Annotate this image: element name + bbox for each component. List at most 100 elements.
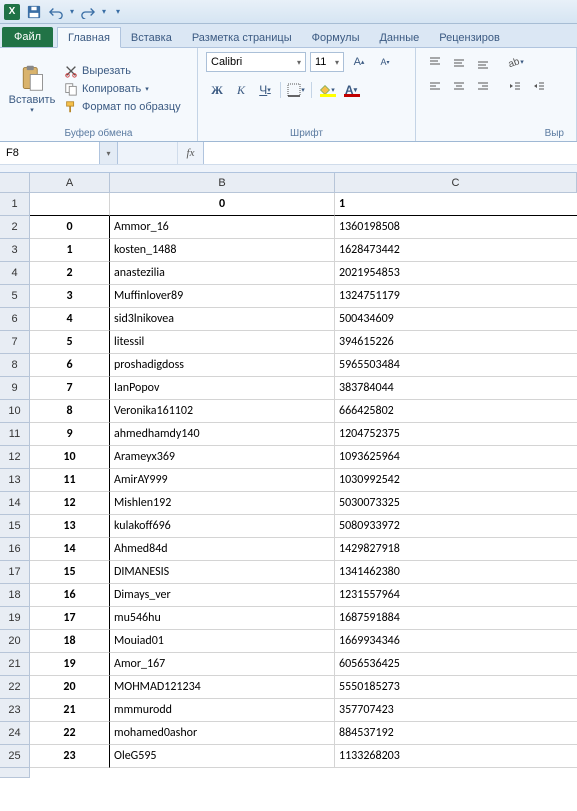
cell[interactable]: 16 xyxy=(30,584,110,607)
paste-button[interactable]: Вставить ▾ xyxy=(8,52,56,126)
cell[interactable]: 10 xyxy=(30,446,110,469)
align-left-button[interactable] xyxy=(424,76,446,96)
cell[interactable]: 1687591884 xyxy=(335,607,577,630)
cell[interactable]: 1429827918 xyxy=(335,538,577,561)
row-header[interactable]: 4 xyxy=(0,262,30,285)
decrease-font-button[interactable]: A▾ xyxy=(374,52,396,72)
row-header[interactable] xyxy=(0,768,30,778)
cell[interactable]: 666425802 xyxy=(335,400,577,423)
cell[interactable]: mmmurodd xyxy=(110,699,335,722)
cell[interactable]: kosten_1488 xyxy=(110,239,335,262)
cell[interactable]: 5030073325 xyxy=(335,492,577,515)
save-icon[interactable] xyxy=(26,4,42,20)
qat-customize-icon[interactable]: ▾ xyxy=(116,7,120,16)
row-header[interactable]: 20 xyxy=(0,630,30,653)
column-header-C[interactable]: C xyxy=(335,173,577,193)
row-header[interactable]: 9 xyxy=(0,377,30,400)
orientation-button[interactable]: ab▾ xyxy=(504,52,526,72)
font-name-combo[interactable]: Calibri▾ xyxy=(206,52,306,72)
cell[interactable]: Veronika161102 xyxy=(110,400,335,423)
cell[interactable]: 3 xyxy=(30,285,110,308)
cell[interactable]: 1324751179 xyxy=(335,285,577,308)
row-header[interactable]: 12 xyxy=(0,446,30,469)
cell[interactable]: Dimays_ver xyxy=(110,584,335,607)
align-top-button[interactable] xyxy=(424,52,446,72)
undo-icon[interactable] xyxy=(48,4,64,20)
cell[interactable]: 4 xyxy=(30,308,110,331)
tab-file[interactable]: Файл xyxy=(2,27,53,47)
cell[interactable]: 1669934346 xyxy=(335,630,577,653)
formula-input[interactable] xyxy=(204,142,577,164)
cell[interactable]: 2 xyxy=(30,262,110,285)
cut-button[interactable]: Вырезать xyxy=(62,63,183,79)
copy-button[interactable]: Копировать ▾ xyxy=(62,81,183,97)
cell[interactable]: 12 xyxy=(30,492,110,515)
redo-dropdown-icon[interactable]: ▾ xyxy=(102,7,106,16)
cell[interactable]: 5080933972 xyxy=(335,515,577,538)
cell[interactable]: proshadigdoss xyxy=(110,354,335,377)
fill-color-button[interactable]: ▾ xyxy=(316,80,338,100)
cell[interactable]: DIMANESIS xyxy=(110,561,335,584)
cell[interactable]: Mishlen192 xyxy=(110,492,335,515)
row-header[interactable]: 21 xyxy=(0,653,30,676)
cell[interactable]: 13 xyxy=(30,515,110,538)
cell[interactable]: Mouiad01 xyxy=(110,630,335,653)
cell[interactable]: 21 xyxy=(30,699,110,722)
name-box[interactable]: F8 xyxy=(0,142,100,164)
column-header-B[interactable]: B xyxy=(110,173,335,193)
format-painter-button[interactable]: Формат по образцу xyxy=(62,99,183,115)
cell[interactable]: 9 xyxy=(30,423,110,446)
cell[interactable]: 1341462380 xyxy=(335,561,577,584)
cell[interactable]: 1093625964 xyxy=(335,446,577,469)
cell[interactable]: Ahmed84d xyxy=(110,538,335,561)
select-all-button[interactable] xyxy=(0,173,30,193)
cell[interactable]: 1030992542 xyxy=(335,469,577,492)
row-header[interactable]: 2 xyxy=(0,216,30,239)
cell[interactable]: 1133268203 xyxy=(335,745,577,768)
increase-indent-button[interactable] xyxy=(528,76,550,96)
align-middle-button[interactable] xyxy=(448,52,470,72)
cell[interactable]: 14 xyxy=(30,538,110,561)
cell[interactable]: anastezilia xyxy=(110,262,335,285)
increase-font-button[interactable]: A▴ xyxy=(348,52,370,72)
tab-page-layout[interactable]: Разметка страницы xyxy=(182,28,302,47)
cell[interactable]: MOHMAD121234 xyxy=(110,676,335,699)
cell[interactable]: 17 xyxy=(30,607,110,630)
cell[interactable]: 1204752375 xyxy=(335,423,577,446)
cell[interactable]: 1628473442 xyxy=(335,239,577,262)
row-header[interactable]: 6 xyxy=(0,308,30,331)
row-header[interactable]: 5 xyxy=(0,285,30,308)
cell[interactable]: 1360198508 xyxy=(335,216,577,239)
cell[interactable]: Amor_167 xyxy=(110,653,335,676)
redo-icon[interactable] xyxy=(80,4,96,20)
cell[interactable]: sid3lnikovea xyxy=(110,308,335,331)
row-header[interactable]: 19 xyxy=(0,607,30,630)
row-header[interactable]: 16 xyxy=(0,538,30,561)
align-center-button[interactable] xyxy=(448,76,470,96)
cell[interactable]: 5965503484 xyxy=(335,354,577,377)
row-header[interactable]: 13 xyxy=(0,469,30,492)
row-header[interactable]: 25 xyxy=(0,745,30,768)
bold-button[interactable]: Ж xyxy=(206,80,228,100)
worksheet-grid[interactable]: A B C 1234567891011121314151617181920212… xyxy=(0,173,577,768)
insert-function-button[interactable]: fx xyxy=(178,142,204,164)
cell[interactable] xyxy=(30,193,110,216)
align-bottom-button[interactable] xyxy=(472,52,494,72)
row-header[interactable]: 7 xyxy=(0,331,30,354)
cell[interactable]: 7 xyxy=(30,377,110,400)
align-right-button[interactable] xyxy=(472,76,494,96)
cell[interactable]: kulakoff696 xyxy=(110,515,335,538)
column-header-A[interactable]: A xyxy=(30,173,110,193)
cell[interactable]: 2021954853 xyxy=(335,262,577,285)
row-header[interactable]: 17 xyxy=(0,561,30,584)
cell[interactable]: 5 xyxy=(30,331,110,354)
cell[interactable]: 383784044 xyxy=(335,377,577,400)
cell[interactable]: 500434609 xyxy=(335,308,577,331)
cell[interactable]: IanPopov xyxy=(110,377,335,400)
cell[interactable]: AmirAY999 xyxy=(110,469,335,492)
undo-dropdown-icon[interactable]: ▾ xyxy=(70,7,74,16)
cell[interactable]: 11 xyxy=(30,469,110,492)
tab-data[interactable]: Данные xyxy=(369,28,429,47)
cell[interactable]: 6 xyxy=(30,354,110,377)
row-header[interactable]: 11 xyxy=(0,423,30,446)
